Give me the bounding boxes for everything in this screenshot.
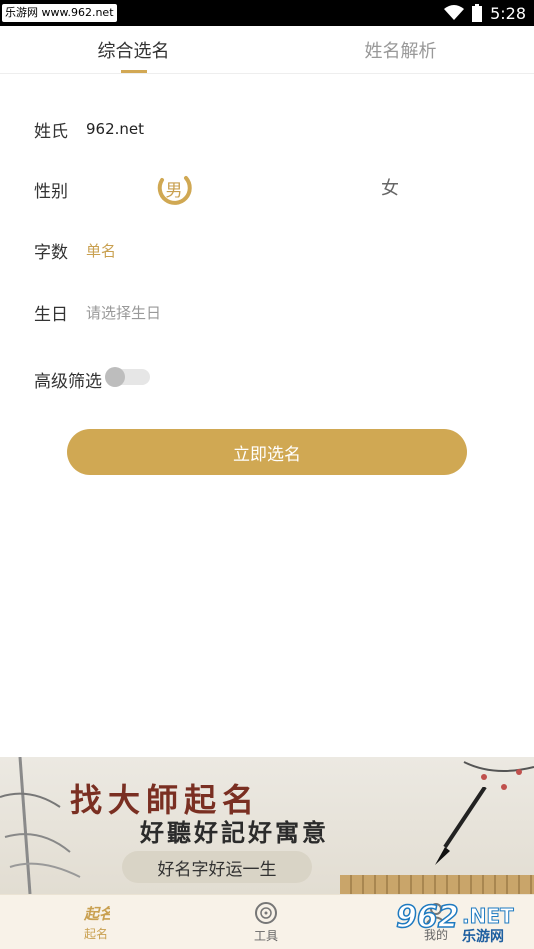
tab-active-indicator: [121, 70, 147, 73]
site-badge: 乐游网 www.962.net: [2, 4, 117, 22]
svg-text:起名: 起名: [83, 905, 110, 923]
birthday-picker[interactable]: 请选择生日: [86, 302, 161, 323]
tab-bar: 综合选名 姓名解析: [0, 26, 534, 74]
surname-input[interactable]: 962.net: [86, 120, 144, 138]
brush-pen-icon: [435, 787, 487, 865]
nav-label-tools: 工具: [253, 929, 278, 943]
watermark-suffix: .NET: [462, 904, 515, 929]
tab-name-analysis[interactable]: 姓名解析: [267, 26, 534, 74]
advanced-row: 高级筛选: [34, 366, 102, 392]
nav-item-naming[interactable]: 起名 起名: [56, 895, 136, 949]
nav-item-tools[interactable]: 工具: [226, 895, 306, 949]
battery-icon: [472, 4, 483, 22]
gender-male-option[interactable]: 男: [156, 170, 192, 206]
watermark-number: 962: [395, 899, 459, 936]
birthday-row: 生日 请选择生日: [34, 299, 161, 325]
toggle-knob: [105, 367, 125, 387]
banner-subtitle: 好聽好記好寓意: [140, 818, 329, 847]
count-label: 字数: [34, 242, 68, 263]
advanced-toggle[interactable]: [105, 367, 150, 387]
status-right: 5:28: [444, 0, 526, 26]
gender-row: 性别: [34, 176, 86, 202]
naming-calligraphy-icon: 起名: [83, 905, 110, 923]
banner-slogan: 好名字好运一生: [122, 851, 312, 883]
wifi-icon: [444, 5, 465, 20]
bamboo-scroll: [340, 875, 534, 894]
surname-row: 姓氏 962.net: [34, 116, 144, 142]
status-bar: 乐游网 www.962.net 5:28: [0, 0, 534, 26]
submit-button[interactable]: 立即选名: [67, 429, 467, 475]
nav-label-naming: 起名: [83, 927, 108, 941]
status-left: 乐游网 www.962.net: [2, 3, 117, 23]
gender-male-label: 男: [165, 180, 183, 201]
count-row: 字数 单名: [34, 237, 116, 263]
gender-female-option[interactable]: 女: [372, 172, 408, 202]
tab-comprehensive[interactable]: 综合选名: [0, 26, 267, 74]
gender-label: 性别: [34, 181, 68, 202]
count-select[interactable]: 单名: [86, 240, 116, 261]
surname-label: 姓氏: [34, 121, 68, 142]
promo-banner[interactable]: 找大師起名 好聽好記好寓意 好名字好运一生: [0, 757, 534, 894]
compass-icon: [255, 902, 277, 924]
advanced-label: 高级筛选: [34, 371, 102, 392]
site-watermark: 962 .NET 乐游网: [392, 896, 532, 946]
birthday-label: 生日: [34, 304, 68, 325]
status-time: 5:28: [490, 3, 526, 23]
watermark-sub: 乐游网: [462, 929, 504, 945]
